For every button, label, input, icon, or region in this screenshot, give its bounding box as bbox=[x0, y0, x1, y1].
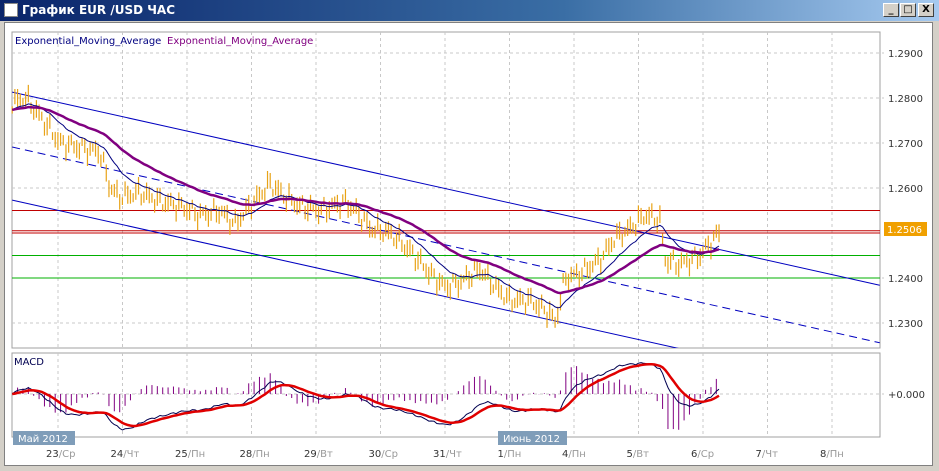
x-tick-label: 7/Чт bbox=[756, 449, 779, 460]
month-label-may: Май 2012 bbox=[18, 434, 68, 445]
legend-ema-slow: Exponential_Moving_Average bbox=[167, 36, 313, 47]
x-tick-label: 5/Вт bbox=[627, 449, 650, 460]
ema-slow-line bbox=[11, 105, 720, 295]
price-chart: 23/Ср 24/Чт 25/Пн 28/Пн 29/Вт 30/Ср 31/Чт 1/Пн 4… bbox=[11, 31, 927, 460]
x-tick-label: 30/Ср bbox=[369, 449, 398, 460]
x-tick-label: 1/Пн bbox=[498, 449, 522, 460]
x-tick-label: 29/Вт bbox=[304, 449, 333, 460]
x-tick-label: 31/Чт bbox=[433, 449, 462, 460]
y-tick-label: 1.2800 bbox=[888, 94, 923, 105]
macd-signal-line bbox=[12, 362, 720, 428]
macd-zero-tick: +0.000 bbox=[888, 390, 925, 401]
x-tick-label: 8/Пн bbox=[820, 449, 844, 460]
current-price-value: 1.2506 bbox=[887, 225, 922, 236]
main-panel-frame bbox=[11, 31, 881, 349]
x-tick-label: 23/Ср bbox=[46, 449, 75, 460]
legend-ema-fast: Exponential_Moving_Average bbox=[15, 36, 161, 47]
x-tick-label: 28/Пн bbox=[240, 449, 270, 460]
x-tick-label: 25/Пн bbox=[175, 449, 205, 460]
y-tick-label: 1.2700 bbox=[888, 139, 923, 150]
x-tick-label: 4/Пн bbox=[562, 449, 586, 460]
channel-lower-line bbox=[12, 199, 679, 348]
month-label-june: Июнь 2012 bbox=[503, 434, 560, 445]
channel-upper-line bbox=[12, 91, 880, 286]
y-tick-label: 1.2300 bbox=[888, 319, 923, 330]
y-tick-label: 1.2400 bbox=[888, 274, 923, 285]
x-tick-label: 24/Чт bbox=[111, 449, 140, 460]
x-tick-label: 6/Ср bbox=[691, 449, 714, 460]
macd-label: MACD bbox=[14, 357, 44, 368]
y-tick-label: 1.2600 bbox=[888, 184, 923, 195]
channel-middle-line bbox=[12, 146, 880, 344]
y-tick-label: 1.2900 bbox=[888, 49, 923, 60]
